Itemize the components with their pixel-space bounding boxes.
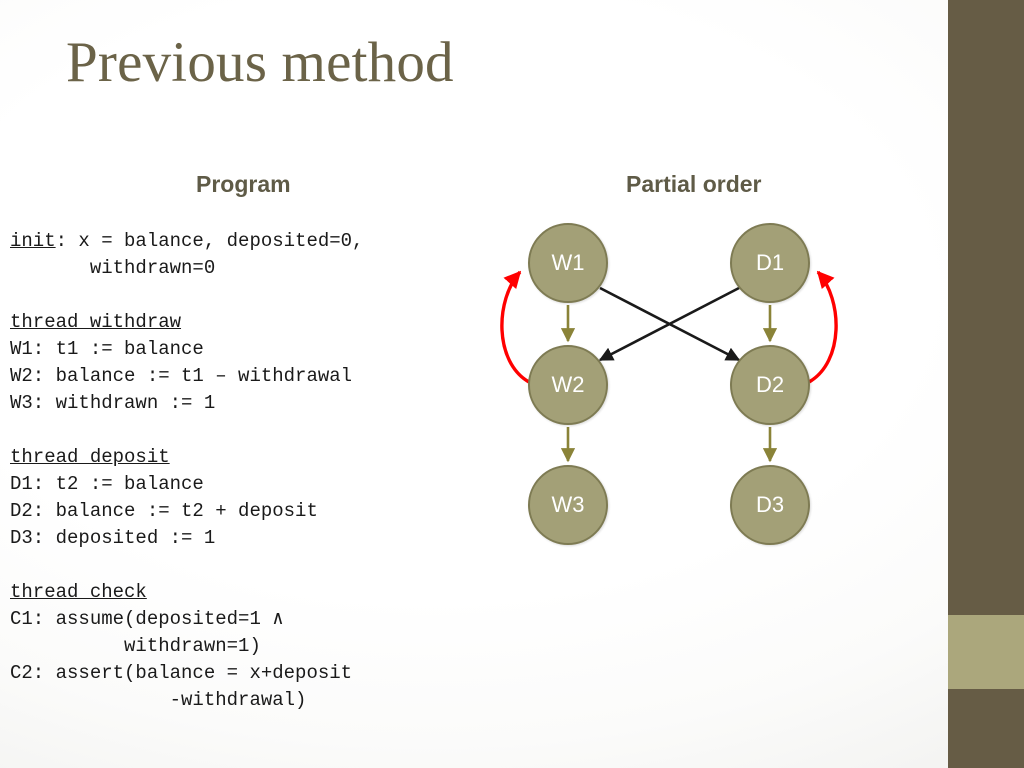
program-code-text: W3: withdrawn := 1 xyxy=(10,392,216,414)
slide: Previous method Program Partial order in… xyxy=(0,0,1024,768)
program-code-text: withdrawn=0 xyxy=(10,257,216,279)
program-code-line: D3: deposited := 1 xyxy=(10,525,480,552)
program-code-line xyxy=(10,282,480,309)
sidebar-band-dark-bottom xyxy=(948,689,1024,768)
program-code-line: W1: t1 := balance xyxy=(10,336,480,363)
partial-order-node-d3: D3 xyxy=(730,465,810,545)
program-code-line: init: x = balance, deposited=0, xyxy=(10,228,480,255)
partial-order-node-w3: W3 xyxy=(528,465,608,545)
program-code-line: thread withdraw xyxy=(10,309,480,336)
program-code-label: thread check xyxy=(10,581,147,603)
program-code-label: thread deposit xyxy=(10,446,170,468)
program-code-text: withdrawn=1) xyxy=(10,635,261,657)
partial-order-heading: Partial order xyxy=(626,171,762,197)
program-code-line: C1: assume(deposited=1 ∧ xyxy=(10,606,480,633)
program-code-line: D1: t2 := balance xyxy=(10,471,480,498)
program-code-line: thread check xyxy=(10,579,480,606)
node-label: W2 xyxy=(551,372,585,397)
sidebar-band-dark-top xyxy=(948,0,1024,615)
program-code-label: init xyxy=(10,230,56,252)
program-code-text: : x = balance, deposited=0, xyxy=(55,230,364,252)
partial-order-node-d2: D2 xyxy=(730,345,810,425)
page-title: Previous method xyxy=(66,31,454,94)
partial-order-node-d1: D1 xyxy=(730,223,810,303)
program-code-line xyxy=(10,417,480,444)
program-code-line: W3: withdrawn := 1 xyxy=(10,390,480,417)
node-label: D2 xyxy=(755,372,785,397)
program-code-line: W2: balance := t1 – withdrawal xyxy=(10,363,480,390)
edge-w2-w1-derived xyxy=(500,270,530,384)
program-code-line: withdrawn=0 xyxy=(10,255,480,282)
edge-w1-d2 xyxy=(599,286,741,362)
program-code-block: init: x = balance, deposited=0, withdraw… xyxy=(10,228,480,714)
program-code-line: C2: assert(balance = x+deposit xyxy=(10,660,480,687)
conflict-edges xyxy=(598,286,741,362)
node-label: D3 xyxy=(755,492,785,517)
program-code-text: W1: t1 := balance xyxy=(10,338,204,360)
node-label: D1 xyxy=(755,250,785,275)
program-code-line: withdrawn=1) xyxy=(10,633,480,660)
program-code-text: D2: balance := t2 + deposit xyxy=(10,500,318,522)
program-code-text: W2: balance := t1 – withdrawal xyxy=(10,365,353,387)
program-code-text: D3: deposited := 1 xyxy=(10,527,216,549)
node-label: W3 xyxy=(551,492,585,517)
sidebar-band-light xyxy=(948,615,1024,689)
partial-order-node-w1: W1 xyxy=(528,223,608,303)
edge-d1-w2 xyxy=(598,286,740,362)
program-code-line: -withdrawal) xyxy=(10,687,480,714)
program-code-label: thread withdraw xyxy=(10,311,182,333)
edge-d2-d1-derived xyxy=(808,270,838,384)
program-code-line: D2: balance := t2 + deposit xyxy=(10,498,480,525)
program-code-line xyxy=(10,552,480,579)
program-code-text: C1: assume(deposited=1 ∧ xyxy=(10,608,284,630)
program-code-line: thread deposit xyxy=(10,444,480,471)
program-code-text: -withdrawal) xyxy=(10,689,307,711)
program-heading: Program xyxy=(196,171,291,197)
program-code-text: D1: t2 := balance xyxy=(10,473,204,495)
node-label: W1 xyxy=(551,250,585,275)
program-code-text: C2: assert(balance = x+deposit xyxy=(10,662,353,684)
partial-order-node-w2: W2 xyxy=(528,345,608,425)
